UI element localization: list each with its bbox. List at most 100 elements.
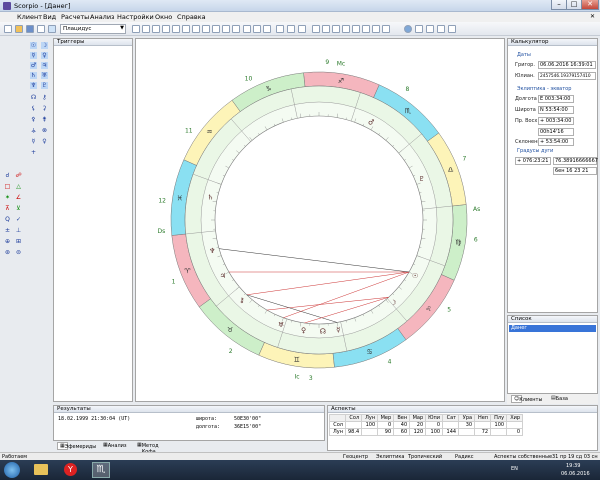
chart-icon[interactable] [48, 25, 56, 33]
tool-icon-14[interactable] [332, 25, 340, 33]
julian-field[interactable]: 2457546.19379157410 [538, 72, 596, 80]
ceres-icon[interactable]: ⚳ [41, 105, 48, 112]
menu-view[interactable]: Вид [43, 13, 56, 21]
list-item[interactable]: Данег [509, 325, 596, 332]
longitude-field[interactable]: E 003:34:00 [538, 95, 574, 103]
rotate-left-icon[interactable] [276, 25, 284, 33]
point-icon-3[interactable]: + [30, 149, 37, 156]
degree-field[interactable]: + 076:23:21 [515, 157, 551, 165]
tool-icon-5[interactable] [172, 25, 180, 33]
start-button[interactable] [4, 462, 20, 478]
planet-sun-icon[interactable]: ☉ [30, 42, 37, 49]
aspect-icon-8[interactable]: ⊻ [15, 205, 22, 212]
tool-icon-6[interactable] [182, 25, 190, 33]
tool-icon-13[interactable] [322, 25, 330, 33]
menu-calc[interactable]: Расчеты [61, 13, 89, 21]
clock-date[interactable]: 06.06.2016 [561, 471, 590, 477]
tool-icon-23[interactable] [448, 25, 456, 33]
aspect-icon-15[interactable]: ⊛ [4, 249, 11, 256]
aspect-icon-12[interactable]: ⊥ [15, 227, 22, 234]
menu-analysis[interactable]: Анализ [90, 13, 115, 21]
planet-moon-icon[interactable]: ☽ [41, 42, 48, 49]
planet-venus-icon[interactable]: ♀ [41, 52, 48, 59]
point-icon-1[interactable]: ☿ [30, 138, 37, 145]
clock-time[interactable]: 19:39 [566, 463, 580, 469]
tab-koch[interactable]: ▦ Метод Кофа [137, 442, 159, 455]
print-icon[interactable] [37, 25, 45, 33]
font-icon-2[interactable] [253, 25, 261, 33]
gregorian-field[interactable]: 06.06.2016 16:39:01 [538, 61, 596, 69]
aspect-icon-9[interactable]: Q [4, 216, 11, 223]
tool-icon-2[interactable] [142, 25, 150, 33]
tab-clients[interactable]: ☺ Клиенты [511, 395, 542, 403]
latitude-field[interactable]: N 53:54:00 [538, 106, 574, 114]
planet-mercury-icon[interactable]: ☿ [30, 52, 37, 59]
tool-icon-21[interactable] [426, 25, 434, 33]
lilith-icon[interactable]: ⚸ [30, 105, 37, 112]
close-button[interactable]: ✕ [581, 0, 599, 10]
degree-decimal-field[interactable]: 76.38916666667 [553, 157, 598, 165]
ra-field[interactable]: + 003:34:00 [538, 117, 574, 125]
tool-icon-3[interactable] [152, 25, 160, 33]
tab-analysis[interactable]: ▦ Анализ [103, 442, 127, 449]
maximize-button[interactable]: □ [566, 0, 582, 10]
font-icon-1[interactable] [243, 25, 251, 33]
new-icon[interactable] [4, 25, 12, 33]
point-icon-2[interactable]: ♀ [41, 138, 48, 145]
save-icon[interactable] [26, 25, 34, 33]
language-indicator[interactable]: EN [511, 466, 518, 472]
planet-neptune-icon[interactable]: ♆ [30, 82, 37, 89]
fortune-icon[interactable]: ⊗ [41, 127, 48, 134]
aspect-icon-13[interactable]: ⊕ [4, 238, 11, 245]
node-icon[interactable]: ☊ [30, 94, 37, 101]
tool-icon-8[interactable] [202, 25, 210, 33]
chiron-icon[interactable]: ⚷ [41, 94, 48, 101]
tool-icon-7[interactable] [192, 25, 200, 33]
browser-icon[interactable]: Y [64, 463, 77, 476]
tool-icon-11[interactable] [232, 25, 240, 33]
planet-pluto-icon[interactable]: ♇ [41, 82, 48, 89]
vesta-icon[interactable]: ⚶ [30, 127, 37, 134]
pallas-icon[interactable]: ⚴ [30, 116, 37, 123]
tool-icon-12[interactable] [312, 25, 320, 33]
conjunction-icon[interactable]: ☌ [4, 172, 11, 179]
rotate-right-icon[interactable] [287, 25, 295, 33]
planet-uranus-icon[interactable]: ♅ [41, 72, 48, 79]
minimize-button[interactable]: – [551, 0, 567, 10]
trine-icon[interactable]: △ [15, 183, 22, 190]
refresh-icon[interactable] [298, 25, 306, 33]
tab-ephemeris[interactable]: ▦ Эфемериды [57, 442, 96, 450]
planet-jupiter-icon[interactable]: ♃ [41, 62, 48, 69]
aspect-icon-6[interactable]: ∠ [15, 194, 22, 201]
scorpio-app-icon[interactable]: ♏ [92, 462, 110, 478]
planet-mars-icon[interactable]: ♂ [30, 62, 37, 69]
planet-saturn-icon[interactable]: ♄ [30, 72, 37, 79]
menu-settings[interactable]: Настройки [117, 13, 154, 21]
menu-help[interactable]: Справка [177, 13, 206, 21]
tool-icon-22[interactable] [437, 25, 445, 33]
declination-field[interactable]: + 53:54:00 [538, 138, 574, 146]
square-icon[interactable]: □ [4, 183, 11, 190]
tool-icon-10[interactable] [222, 25, 230, 33]
ra-time-field[interactable]: 00h14'16 [538, 128, 574, 136]
sextile-icon[interactable]: ✶ [4, 194, 11, 201]
mdi-close-icon[interactable]: ✕ [590, 13, 595, 20]
aspect-icon-10[interactable]: ✓ [15, 216, 22, 223]
open-icon[interactable] [15, 25, 23, 33]
natal-chart-wheel[interactable]: 123456789101112AsMcIcDs♈♉♊♋♌♍♎♏♐♑♒♓☉☽☿♀♂… [136, 39, 504, 401]
tool-icon-1[interactable] [132, 25, 140, 33]
tool-icon-15[interactable] [342, 25, 350, 33]
tool-icon-9[interactable] [212, 25, 220, 33]
aspect-icon-11[interactable]: ± [4, 227, 11, 234]
globe-icon[interactable] [404, 25, 412, 33]
house-system-select[interactable]: Плацидус ▼ [60, 24, 126, 34]
menu-window[interactable]: Окно [155, 13, 172, 21]
juno-icon[interactable]: ⚵ [41, 116, 48, 123]
tool-icon-16[interactable] [352, 25, 360, 33]
degree-b-field[interactable]: 6ен 16 23 21 [553, 167, 597, 175]
tool-icon-19[interactable] [382, 25, 390, 33]
tab-base[interactable]: ▤ База [551, 395, 568, 402]
tool-icon-17[interactable] [362, 25, 370, 33]
aspect-icon-14[interactable]: ⊞ [15, 238, 22, 245]
aspect-icon-16[interactable]: ⊜ [15, 249, 22, 256]
